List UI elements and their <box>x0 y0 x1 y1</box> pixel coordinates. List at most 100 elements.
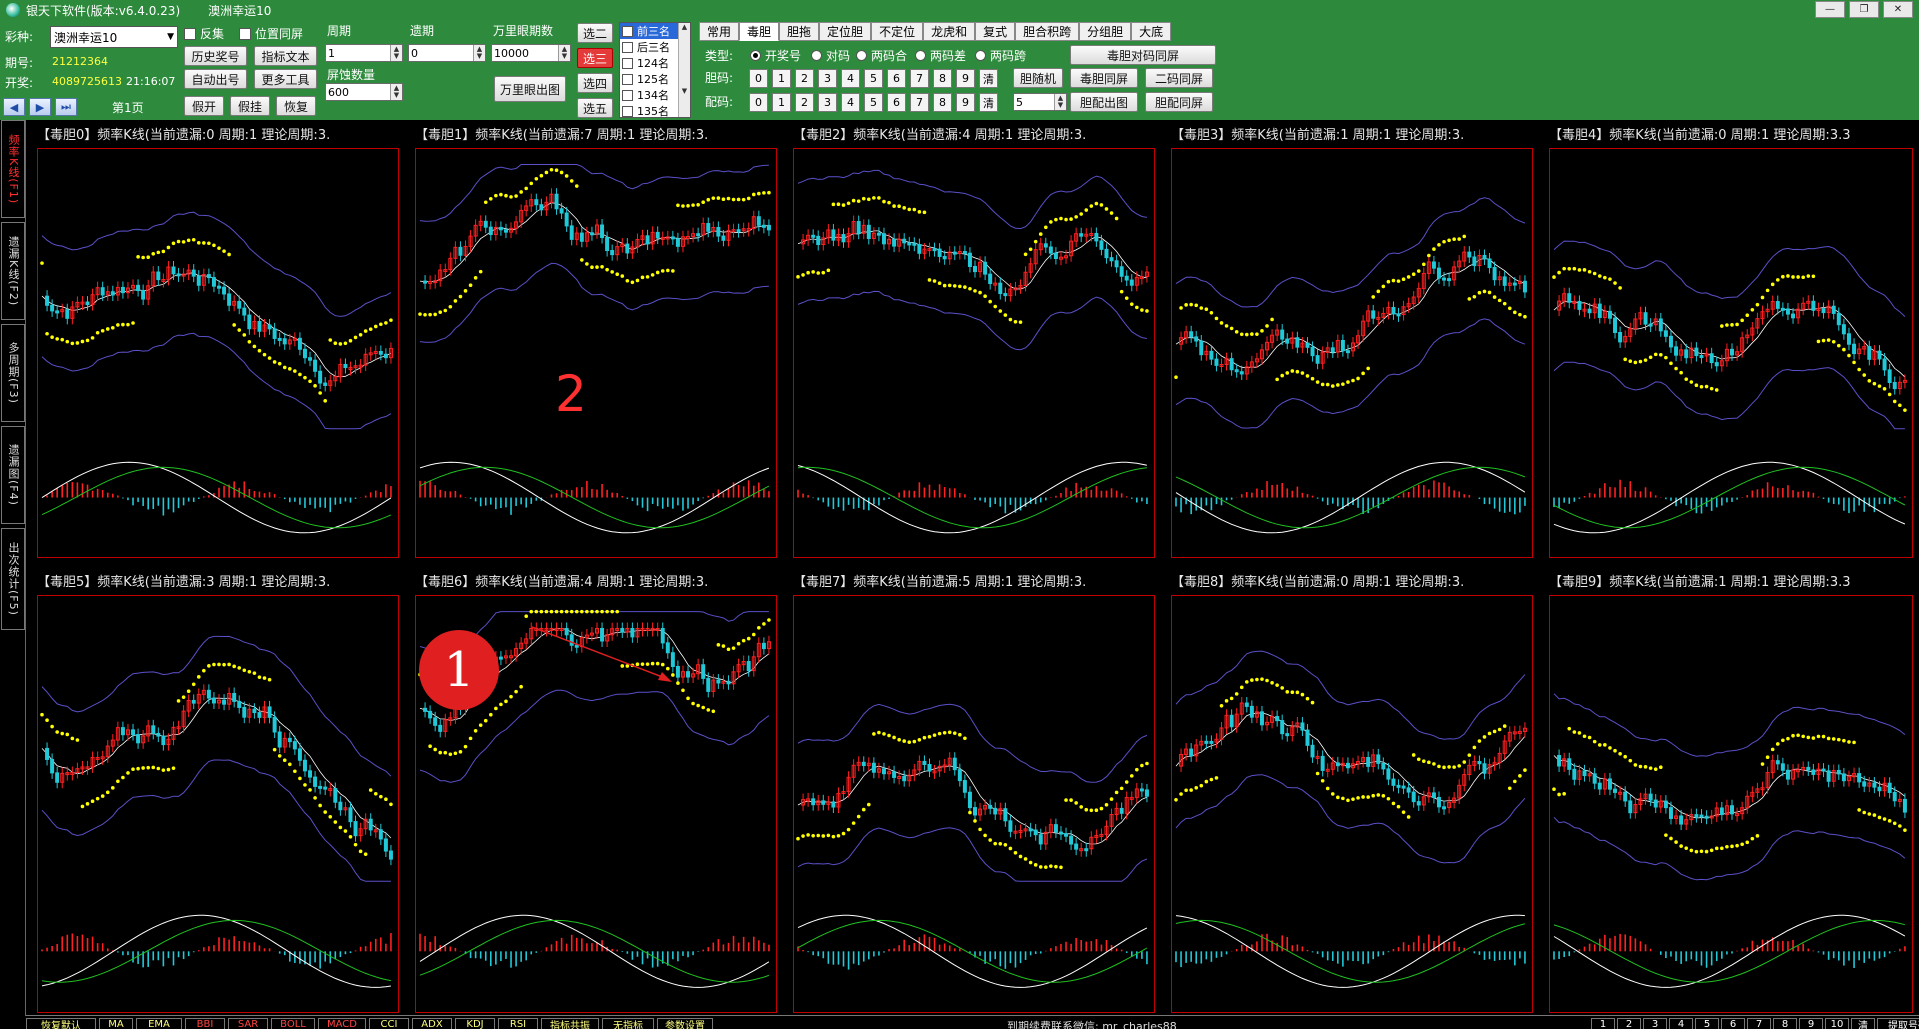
kline-chart[interactable] <box>793 595 1155 1013</box>
radio-option[interactable]: 两码跨 <box>975 47 1026 64</box>
tab-7[interactable]: 胆合积跨 <box>1015 22 1080 41</box>
checkbox-icon[interactable] <box>622 89 633 101</box>
dudan-duima-button[interactable]: 毒胆对码同屏 <box>1070 45 1216 65</box>
side-tab-0[interactable]: 频率K线(F1) <box>1 120 25 218</box>
tab-6[interactable]: 复式 <box>975 22 1016 41</box>
pick-number-button[interactable]: 清 <box>1851 1018 1875 1029</box>
dan-num-button[interactable]: 8 <box>933 69 952 88</box>
pick-number-button[interactable]: 5 <box>1695 1018 1719 1029</box>
dudan-same-screen-button[interactable]: 毒胆同屏 <box>1070 68 1138 88</box>
pick-number-button[interactable]: 1 <box>1591 1018 1615 1029</box>
dan-num-button[interactable]: 6 <box>887 69 906 88</box>
side-tab-4[interactable]: 出次统计(F5) <box>1 528 25 630</box>
radio-icon[interactable] <box>856 50 867 61</box>
spin-icon[interactable]: ▲ ▼ <box>1054 94 1066 110</box>
dan-num-button[interactable]: 2 <box>795 69 814 88</box>
dan-num-button[interactable]: 9 <box>956 69 975 88</box>
pei-num-button[interactable]: 1 <box>772 93 791 112</box>
spin-icon[interactable]: ▲ ▼ <box>473 45 485 61</box>
prev-page-icon[interactable]: ◀ <box>3 98 25 116</box>
pick-number-button[interactable]: 7 <box>1747 1018 1771 1029</box>
pei-num-button[interactable]: 3 <box>818 93 837 112</box>
kline-chart[interactable] <box>1549 595 1913 1013</box>
pick-number-button[interactable]: 8 <box>1773 1018 1797 1029</box>
select-two-button[interactable]: 选二 <box>577 23 613 43</box>
danpei-chart-button[interactable]: 胆配出图 <box>1070 92 1138 112</box>
indicator-button[interactable]: 无指标 <box>602 1018 654 1029</box>
radio-option[interactable]: 对码 <box>811 47 850 64</box>
kline-chart[interactable] <box>37 148 399 558</box>
kline-chart[interactable] <box>37 595 399 1013</box>
side-tab-1[interactable]: 遗漏K线(F2) <box>1 222 25 320</box>
indicator-button[interactable]: KDJ <box>455 1018 495 1029</box>
radio-option[interactable]: 两码差 <box>915 47 966 64</box>
tab-8[interactable]: 分组胆 <box>1079 22 1132 41</box>
minimize-button[interactable]: — <box>1815 1 1845 18</box>
tab-5[interactable]: 龙虎和 <box>923 22 976 41</box>
radio-option[interactable]: 两码合 <box>856 47 907 64</box>
checkbox-icon[interactable] <box>622 57 633 69</box>
auto-output-button[interactable]: 自动出号 <box>184 69 247 89</box>
side-tab-2[interactable]: 多周期(F3) <box>1 324 25 422</box>
dan-num-button[interactable]: 1 <box>772 69 791 88</box>
select-four-button[interactable]: 选四 <box>577 73 613 93</box>
kline-chart[interactable] <box>415 148 777 558</box>
list-scrollbar[interactable]: ▲ ▼ <box>678 23 690 117</box>
indicator-button[interactable]: ADX <box>412 1018 452 1029</box>
indicator-button[interactable]: 参数设置 <box>657 1018 713 1029</box>
pick-number-button[interactable]: 4 <box>1669 1018 1693 1029</box>
tab-2[interactable]: 胆拖 <box>779 22 820 41</box>
fanji-checkbox[interactable]: 反集 <box>184 25 224 42</box>
pick-number-button[interactable]: 2 <box>1617 1018 1641 1029</box>
lottery-select[interactable]: 澳洲幸运10 ▼ <box>50 26 178 48</box>
tab-9[interactable]: 大底 <box>1131 22 1172 41</box>
last-page-icon[interactable]: ⏭ <box>55 98 77 116</box>
checkbox-checked-icon[interactable]: ✓ <box>622 25 633 37</box>
history-button[interactable]: 历史奖号 <box>184 46 247 66</box>
tab-4[interactable]: 不定位 <box>871 22 924 41</box>
fake-hang-button[interactable]: 假挂 <box>230 96 270 116</box>
pei-count-input[interactable]: 5 ▲ ▼ <box>1013 93 1067 111</box>
wanli-input[interactable]: 10000 ▲ ▼ <box>491 44 571 62</box>
indicator-button[interactable]: 指标共振 <box>541 1018 599 1029</box>
pei-num-button[interactable]: 0 <box>749 93 768 112</box>
spin-icon[interactable]: ▲ ▼ <box>390 84 402 100</box>
dan-num-button[interactable]: 3 <box>818 69 837 88</box>
dan-num-button[interactable]: 0 <box>749 69 768 88</box>
restore-button[interactable]: ❐ <box>1849 1 1879 18</box>
tab-3[interactable]: 定位胆 <box>819 22 872 41</box>
dan-clear-button[interactable]: 清 <box>979 69 998 88</box>
radio-icon[interactable] <box>750 50 761 61</box>
kline-chart[interactable] <box>1549 148 1913 558</box>
select-five-button[interactable]: 选五 <box>577 98 613 118</box>
kline-chart[interactable] <box>1171 148 1533 558</box>
pick-number-button[interactable]: 提取号码 <box>1877 1018 1919 1029</box>
restore-data-button[interactable]: 恢复 <box>276 96 316 116</box>
indicator-button[interactable]: CCI <box>369 1018 409 1029</box>
indicator-button[interactable]: MACD <box>318 1018 366 1029</box>
indicator-button[interactable]: 恢复默认 <box>26 1018 96 1029</box>
pei-num-button[interactable]: 9 <box>956 93 975 112</box>
dan-num-button[interactable]: 5 <box>864 69 883 88</box>
position-same-screen-checkbox[interactable]: 位置同屏 <box>239 25 303 42</box>
radio-icon[interactable] <box>975 50 986 61</box>
pick-number-button[interactable]: 3 <box>1643 1018 1667 1029</box>
side-tab-3[interactable]: 遗漏图(F4) <box>1 426 25 524</box>
pei-num-button[interactable]: 5 <box>864 93 883 112</box>
miss-input[interactable]: 0 ▲ ▼ <box>408 44 486 62</box>
pei-num-button[interactable]: 2 <box>795 93 814 112</box>
cycle-input[interactable]: 1 ▲ ▼ <box>325 44 403 62</box>
indicator-button[interactable]: BBI <box>185 1018 225 1029</box>
spin-icon[interactable]: ▲ ▼ <box>390 45 402 61</box>
pei-num-button[interactable]: 6 <box>887 93 906 112</box>
checkbox-icon[interactable] <box>622 105 633 117</box>
screen-input[interactable]: 600 ▲ ▼ <box>325 83 403 101</box>
indicator-button[interactable]: BOLL <box>271 1018 315 1029</box>
pick-number-button[interactable]: 6 <box>1721 1018 1745 1029</box>
radio-option[interactable]: 开奖号 <box>750 47 801 64</box>
checkbox-icon[interactable] <box>622 41 633 53</box>
pick-number-button[interactable]: 10 <box>1825 1018 1849 1029</box>
checkbox-icon[interactable] <box>622 73 633 85</box>
kline-chart[interactable] <box>1171 595 1533 1013</box>
more-tools-button[interactable]: 更多工具 <box>254 69 317 89</box>
